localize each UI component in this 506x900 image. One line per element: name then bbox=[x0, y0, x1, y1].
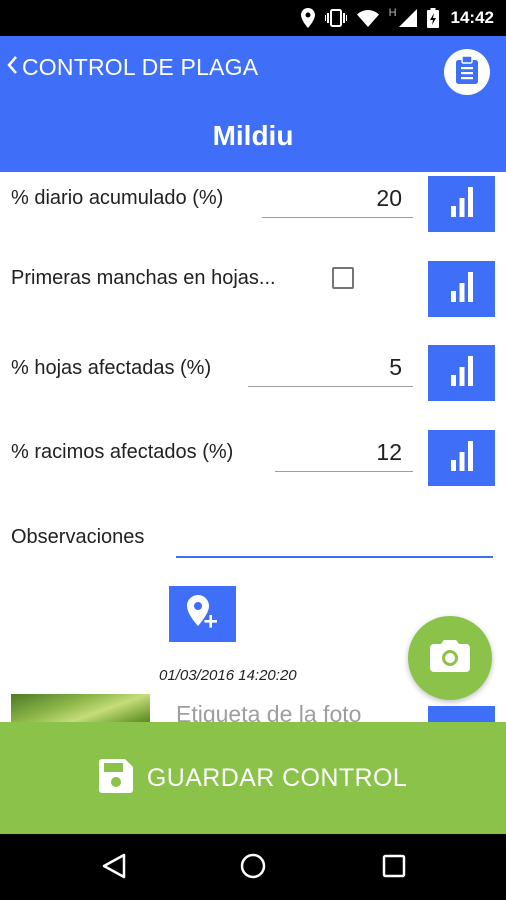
affected-clusters-input[interactable]: 12 bbox=[275, 432, 413, 472]
signal-icon bbox=[398, 9, 417, 27]
daily-accumulated-input[interactable]: 20 bbox=[262, 178, 413, 218]
vibrate-icon bbox=[324, 9, 347, 27]
back-label: CONTROL DE PLAGA bbox=[22, 54, 259, 80]
camera-icon bbox=[430, 639, 470, 677]
status-bar: H 14:42 bbox=[0, 0, 506, 36]
page-title: Mildiu bbox=[212, 120, 294, 151]
recents-square-icon bbox=[382, 854, 406, 883]
daily-accumulated-chart-button[interactable] bbox=[428, 176, 495, 232]
chevron-left-icon bbox=[6, 54, 18, 81]
bar-chart-icon bbox=[450, 355, 473, 391]
save-control-button[interactable]: GUARDAR CONTROL bbox=[0, 722, 506, 834]
affected-clusters-chart-button[interactable] bbox=[428, 430, 495, 486]
first-spots-chart-button[interactable] bbox=[428, 261, 495, 317]
network-type-label: H bbox=[388, 7, 397, 19]
app-bar: CONTROL DE PLAGA Mildiu bbox=[0, 36, 506, 172]
battery-icon bbox=[426, 8, 439, 28]
bar-chart-icon bbox=[450, 440, 473, 476]
field-label-affected-clusters: % racimos afectados (%) bbox=[11, 441, 234, 463]
nav-home-button[interactable] bbox=[238, 853, 268, 883]
home-circle-icon bbox=[240, 853, 266, 884]
field-label-affected-leaves: % hojas afectadas (%) bbox=[11, 357, 212, 379]
location-icon bbox=[300, 8, 315, 28]
add-location-icon bbox=[186, 594, 219, 634]
clipboard-button[interactable] bbox=[444, 49, 490, 95]
status-time: 14:42 bbox=[450, 8, 494, 27]
affected-leaves-chart-button[interactable] bbox=[428, 345, 495, 401]
back-button[interactable]: CONTROL DE PLAGA bbox=[6, 54, 258, 81]
back-triangle-icon bbox=[102, 853, 126, 884]
status-icons: H 14:42 bbox=[300, 5, 494, 31]
observations-label: Observaciones bbox=[11, 526, 145, 548]
add-location-button[interactable] bbox=[169, 586, 236, 642]
observations-input[interactable] bbox=[176, 522, 493, 558]
camera-fab[interactable] bbox=[408, 616, 492, 700]
photo-thumbnail[interactable] bbox=[11, 694, 150, 722]
wifi-icon bbox=[356, 9, 379, 27]
bar-chart-icon bbox=[450, 271, 473, 307]
affected-leaves-input[interactable]: 5 bbox=[248, 347, 413, 387]
system-nav-bar bbox=[0, 834, 506, 900]
nav-back-button[interactable] bbox=[99, 853, 129, 883]
photo-date: 01/03/2016 14:20:20 bbox=[159, 667, 297, 684]
save-icon bbox=[98, 758, 133, 798]
save-control-label: GUARDAR CONTROL bbox=[146, 763, 408, 792]
clipboard-icon bbox=[456, 54, 478, 89]
photo-action-button[interactable] bbox=[428, 706, 495, 722]
first-spots-checkbox[interactable] bbox=[332, 267, 354, 289]
field-label-daily-accumulated: % diario acumulado (%) bbox=[11, 187, 224, 209]
bar-chart-icon bbox=[450, 186, 473, 222]
nav-recents-button[interactable] bbox=[379, 853, 409, 883]
photo-label-input[interactable]: Etiqueta de la foto bbox=[176, 701, 361, 722]
field-label-first-spots: Primeras manchas en hojas... bbox=[11, 267, 276, 289]
